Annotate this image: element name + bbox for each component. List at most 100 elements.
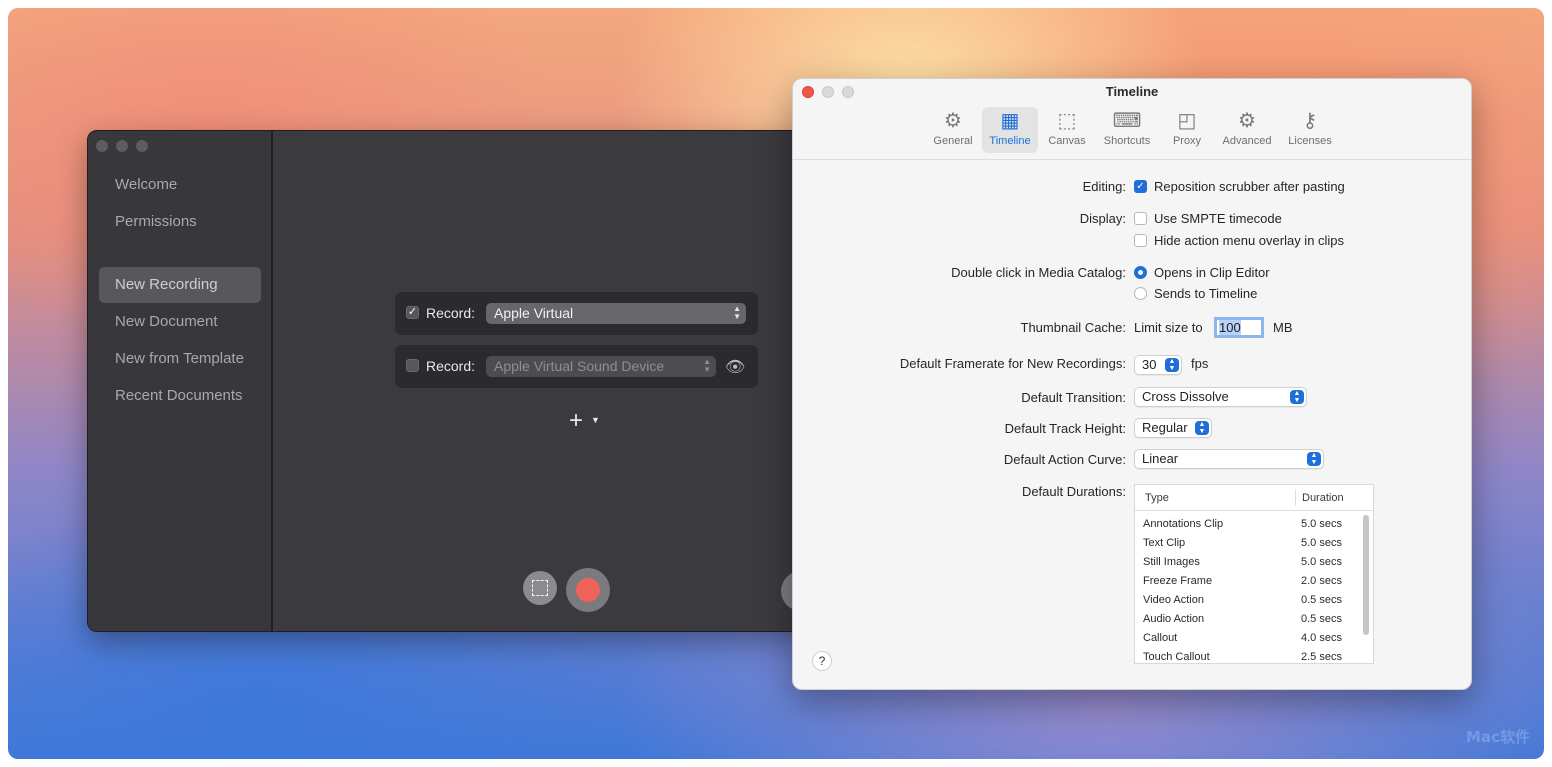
tab-label: Advanced [1222, 135, 1272, 147]
record-row-video: ✓ Record: Apple Virtual ▲ ▼ [395, 292, 758, 335]
opens-clip-editor-radio[interactable] [1134, 266, 1147, 279]
tab-timeline[interactable]: ▦ Timeline [982, 107, 1038, 153]
timeline-icon: ▦ [1000, 110, 1020, 132]
zoom-button[interactable] [136, 140, 148, 152]
transition-select[interactable]: Cross Dissolve ▲ ▼ [1134, 387, 1307, 407]
display-label: Display: [1079, 211, 1126, 226]
table-scrollbar[interactable] [1363, 515, 1369, 635]
durations-label: Default Durations: [1021, 484, 1126, 499]
record-row-audio: Record: Apple Virtual Sound Device ▲ ▼ 👁 [395, 345, 758, 388]
tab-proxy[interactable]: ◰ Proxy [1167, 107, 1207, 153]
updown-arrows-icon: ▲ ▼ [1165, 358, 1179, 372]
thumbnail-size-input[interactable]: 100 [1214, 317, 1264, 338]
recorder-window: Welcome Permissions New Recording New Do… [87, 130, 809, 632]
record-audio-checkbox[interactable] [406, 359, 419, 372]
table-row[interactable]: Text Clip 5.0 secs [1135, 534, 1373, 553]
table-row[interactable]: Audio Action 0.5 secs [1135, 610, 1373, 629]
table-row[interactable]: Freeze Frame 2.0 secs [1135, 572, 1373, 591]
gear-icon: ⚙ [944, 110, 962, 132]
close-button[interactable] [96, 140, 108, 152]
action-curve-select[interactable]: Linear ▲ ▼ [1134, 449, 1324, 469]
proxy-icon: ◰ [1177, 110, 1197, 132]
transition-value: Cross Dissolve [1142, 389, 1229, 404]
thumbnail-unit: MB [1273, 320, 1293, 335]
table-row[interactable]: Callout 4.0 secs [1135, 629, 1373, 648]
updown-arrows-icon: ▲ ▼ [703, 357, 711, 374]
sends-to-timeline-label: Sends to Timeline [1154, 286, 1258, 301]
sidebar-item-new-from-template[interactable]: New from Template [99, 341, 261, 377]
video-device-value: Apple Virtual [494, 305, 574, 321]
track-height-label: Default Track Height: [1004, 421, 1126, 436]
tab-label: Proxy [1172, 135, 1202, 147]
key-icon: ⚷ [1302, 110, 1318, 132]
tab-licenses[interactable]: ⚷ Licenses [1283, 107, 1337, 153]
table-row[interactable]: Still Images 5.0 secs [1135, 553, 1373, 572]
preferences-window: Timeline ⚙ General ▦ Timeline ⬚ Canvas ⌨… [792, 78, 1472, 690]
table-row[interactable]: Touch Callout 2.5 secs [1135, 648, 1373, 663]
column-header-type[interactable]: Type [1145, 492, 1169, 504]
audio-device-value: Apple Virtual Sound Device [494, 358, 665, 374]
hide-action-menu-label: Hide action menu overlay in clips [1154, 233, 1345, 248]
hide-action-menu-checkbox[interactable] [1134, 234, 1147, 247]
track-height-select[interactable]: Regular ▲ ▼ [1134, 418, 1212, 438]
transition-label: Default Transition: [1021, 390, 1126, 405]
record-button[interactable] [566, 568, 610, 612]
track-height-value: Regular [1142, 420, 1188, 435]
tab-canvas[interactable]: ⬚ Canvas [1043, 107, 1091, 153]
updown-arrows-icon: ▲ ▼ [1290, 390, 1304, 404]
smpte-checkbox[interactable] [1134, 212, 1147, 225]
help-button[interactable]: ? [812, 651, 832, 671]
table-header: Type Duration [1135, 485, 1373, 511]
smpte-label: Use SMPTE timecode [1154, 211, 1282, 226]
tab-shortcuts[interactable]: ⌨ Shortcuts [1097, 107, 1157, 153]
framerate-label: Default Framerate for New Recordings: [899, 356, 1126, 371]
sidebar-item-recent-documents[interactable]: Recent Documents [99, 378, 261, 414]
sidebar-item-permissions[interactable]: Permissions [99, 204, 261, 240]
audio-device-select[interactable]: Apple Virtual Sound Device ▲ ▼ [486, 356, 716, 377]
cell-duration: 4.0 secs [1301, 632, 1342, 644]
double-click-label: Double click in Media Catalog: [951, 265, 1126, 280]
record-label: Record: [426, 358, 476, 374]
sidebar-item-welcome[interactable]: Welcome [99, 167, 261, 203]
tab-label: Timeline [989, 135, 1031, 147]
tab-general[interactable]: ⚙ General [927, 107, 979, 153]
action-curve-label: Default Action Curve: [1003, 452, 1126, 467]
cell-type: Audio Action [1143, 613, 1205, 625]
tab-advanced[interactable]: ⚙ Advanced [1217, 107, 1277, 153]
minimize-button[interactable] [116, 140, 128, 152]
preferences-toolbar: ⚙ General ▦ Timeline ⬚ Canvas ⌨ Shortcut… [793, 105, 1471, 160]
sends-to-timeline-radio[interactable] [1134, 287, 1147, 300]
cell-type: Text Clip [1143, 537, 1186, 549]
watermark: Mac软件 [1466, 728, 1530, 746]
cell-duration: 2.0 secs [1301, 575, 1342, 587]
updown-arrows-icon: ▲ ▼ [1307, 452, 1321, 466]
gears-icon: ⚙ [1238, 110, 1256, 132]
sidebar-item-new-document[interactable]: New Document [99, 304, 261, 340]
thumbnail-cache-label: Thumbnail Cache: [1020, 320, 1127, 335]
selection-button[interactable] [523, 571, 557, 605]
selection-icon [532, 580, 548, 596]
reposition-scrubber-label: Reposition scrubber after pasting [1154, 179, 1345, 194]
table-row[interactable]: Annotations Clip 5.0 secs [1135, 515, 1373, 534]
cell-type: Still Images [1143, 556, 1200, 568]
table-row[interactable]: Video Action 0.5 secs [1135, 591, 1373, 610]
plus-icon[interactable]: + [569, 407, 583, 435]
cell-duration: 5.0 secs [1301, 556, 1342, 568]
durations-table[interactable]: Type Duration Annotations Clip 5.0 secs T… [1134, 484, 1374, 664]
cell-type: Freeze Frame [1143, 575, 1213, 587]
tab-label: Licenses [1288, 135, 1332, 147]
cell-type: Touch Callout [1143, 651, 1210, 663]
recording-setup-panel: ✓ Record: Apple Virtual ▲ ▼ Record: Apple… [273, 131, 808, 631]
record-video-checkbox[interactable]: ✓ [406, 306, 419, 319]
window-controls [96, 140, 148, 152]
limit-size-label: Limit size to [1134, 320, 1203, 335]
video-device-select[interactable]: Apple Virtual ▲ ▼ [486, 303, 746, 324]
record-icon [576, 578, 600, 602]
chevron-down-icon[interactable]: ▼ [591, 415, 600, 425]
cell-duration: 0.5 secs [1301, 594, 1342, 606]
eye-icon[interactable]: 👁 [725, 357, 745, 377]
reposition-scrubber-checkbox[interactable]: ✓ [1134, 180, 1147, 193]
column-header-duration[interactable]: Duration [1302, 492, 1344, 504]
sidebar-item-new-recording[interactable]: New Recording [99, 267, 261, 303]
framerate-select[interactable]: 30 ▲ ▼ [1134, 355, 1182, 375]
